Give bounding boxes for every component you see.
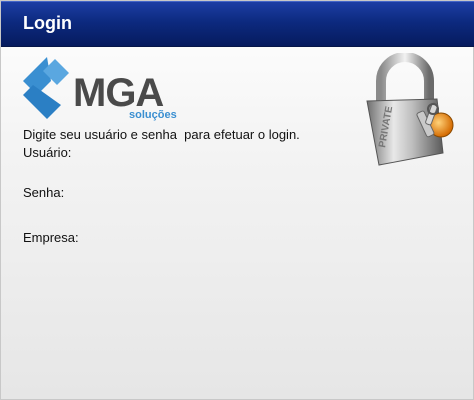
company-label: Empresa: xyxy=(23,230,79,245)
logo-subtitle: soluções xyxy=(129,109,177,121)
mga-logo-mark-icon xyxy=(23,57,69,119)
padlock-icon: PRIVATE xyxy=(366,52,454,166)
password-label: Senha: xyxy=(23,185,65,200)
login-instruction: Digite seu usuário e senha para efetuar … xyxy=(23,127,300,142)
padlock-image: PRIVATE xyxy=(359,52,459,168)
window-title: Login xyxy=(23,13,72,33)
login-window: Login MGA soluções PRIVATE Digite seu us… xyxy=(0,0,474,400)
user-label: Usuário: xyxy=(23,145,72,160)
company-logo: MGA soluções xyxy=(23,57,183,123)
title-bar: Login xyxy=(1,1,474,47)
